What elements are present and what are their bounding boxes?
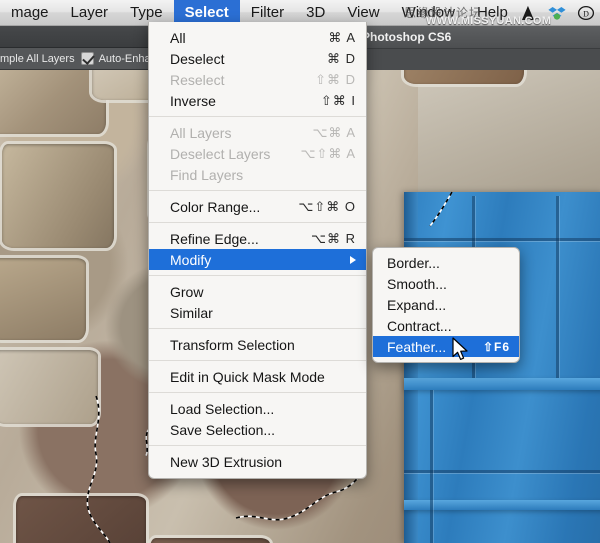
menu-item-label: Grow <box>170 284 356 300</box>
menu-item-label: New 3D Extrusion <box>170 454 356 470</box>
menu-item-modify[interactable]: Modify <box>149 249 366 270</box>
menu-item-label: Deselect Layers <box>170 146 287 162</box>
menu-item-label: Modify <box>170 252 342 268</box>
menu-separator <box>149 116 366 117</box>
menu-item-shortcut: ⌥⇧⌘ O <box>284 199 356 215</box>
menu-separator <box>149 222 366 223</box>
select-dropdown-menu[interactable]: All⌘ ADeselect⌘ DReselect⇧⌘ DInverse⇧⌘ I… <box>148 22 367 479</box>
menu-item-color-range[interactable]: Color Range...⌥⇧⌘ O <box>149 196 366 217</box>
menu-item-shortcut: ⌥⌘ R <box>297 231 356 247</box>
door-groove <box>430 390 433 543</box>
menu-item-label: Deselect <box>170 51 313 67</box>
menubar-item-window[interactable]: Window <box>391 0 466 26</box>
submenu-item-border[interactable]: Border... <box>373 252 519 273</box>
menu-item-label: All <box>170 30 314 46</box>
document-title-bar[interactable]: e Photoshop CS6 <box>356 26 600 48</box>
menu-item-label: Refine Edge... <box>170 231 297 247</box>
menu-item-save-selection[interactable]: Save Selection... <box>149 419 366 440</box>
menu-separator <box>149 360 366 361</box>
menu-item-edit-in-quick-mask-mode[interactable]: Edit in Quick Mask Mode <box>149 366 366 387</box>
menu-item-label: Inverse <box>170 93 307 109</box>
menu-item-label: Border... <box>387 255 510 271</box>
menu-item-label: Contract... <box>387 318 510 334</box>
submenu-item-smooth[interactable]: Smooth... <box>373 273 519 294</box>
submenu-item-contract[interactable]: Contract... <box>373 315 519 336</box>
stone-block <box>16 496 146 543</box>
menubar-item-layer[interactable]: Layer <box>60 0 120 26</box>
door-plank-seam <box>404 470 600 473</box>
modify-submenu[interactable]: Border... Smooth... Expand... Contract... Fe… <box>372 247 520 363</box>
stone-block <box>150 538 270 543</box>
menu-separator <box>149 445 366 446</box>
menu-item-all[interactable]: All⌘ A <box>149 27 366 48</box>
menu-item-shortcut: ⇧⌘ I <box>307 93 356 109</box>
menubar-item-image[interactable]: mage <box>0 0 60 26</box>
circled-d-icon[interactable]: D <box>577 4 595 22</box>
door-plank-seam <box>404 238 600 241</box>
menu-separator <box>149 328 366 329</box>
submenu-item-expand[interactable]: Expand... <box>373 294 519 315</box>
menu-item-all-layers: All Layers⌥⌘ A <box>149 122 366 143</box>
menu-item-label: Reselect <box>170 72 301 88</box>
auto-enhance-checkbox[interactable] <box>81 52 94 65</box>
menu-item-label: Save Selection... <box>170 422 356 438</box>
menu-bar-status-icons[interactable]: D <box>519 4 600 22</box>
menu-item-reselect: Reselect⇧⌘ D <box>149 69 366 90</box>
menu-item-refine-edge[interactable]: Refine Edge...⌥⌘ R <box>149 228 366 249</box>
submenu-item-feather[interactable]: Feather...⇧F6 <box>373 336 519 357</box>
menu-item-label: Smooth... <box>387 276 510 292</box>
title-bar-strip <box>356 48 600 70</box>
submenu-arrow-icon <box>350 256 356 264</box>
menu-item-label: Expand... <box>387 297 510 313</box>
menu-item-inverse[interactable]: Inverse⇧⌘ I <box>149 90 366 111</box>
menu-item-new-3d-extrusion[interactable]: New 3D Extrusion <box>149 451 366 472</box>
menu-item-grow[interactable]: Grow <box>149 281 366 302</box>
door-rail <box>404 378 600 390</box>
menu-item-shortcut: ⌘ D <box>313 51 356 67</box>
blue-door <box>404 192 600 543</box>
door-frame <box>404 192 418 543</box>
menu-item-label: Edit in Quick Mask Mode <box>170 369 356 385</box>
menu-item-label: Find Layers <box>170 167 356 183</box>
svg-text:D: D <box>583 9 589 18</box>
menu-separator <box>149 190 366 191</box>
menu-item-shortcut: ⇧F6 <box>469 340 510 354</box>
menu-separator <box>149 392 366 393</box>
sample-all-layers-label: mple All Layers <box>0 53 75 65</box>
app-title: e Photoshop CS6 <box>356 30 451 44</box>
menu-separator <box>149 275 366 276</box>
menu-item-shortcut: ⌥⇧⌘ A <box>287 146 356 162</box>
menu-item-label: Feather... <box>387 339 469 355</box>
menu-item-label: All Layers <box>170 125 298 141</box>
menu-item-similar[interactable]: Similar <box>149 302 366 323</box>
door-rail <box>404 500 600 510</box>
adobe-a-icon[interactable] <box>519 4 537 22</box>
options-bar-top <box>0 26 156 48</box>
menu-item-find-layers: Find Layers <box>149 164 366 185</box>
menu-item-label: Similar <box>170 305 356 321</box>
menu-item-deselect[interactable]: Deselect⌘ D <box>149 48 366 69</box>
menubar-item-help[interactable]: Help <box>466 0 519 26</box>
stone-block <box>0 350 98 424</box>
door-groove <box>556 196 559 378</box>
stone-block <box>2 144 114 248</box>
menu-item-shortcut: ⇧⌘ D <box>301 72 356 88</box>
menu-item-label: Load Selection... <box>170 401 356 417</box>
dropbox-icon[interactable] <box>548 4 566 22</box>
stone-block <box>0 258 86 340</box>
photoshop-screenshot: mple All Layers Auto-Enhance e Photoshop… <box>0 0 600 543</box>
menu-item-label: Color Range... <box>170 199 284 215</box>
menu-item-load-selection[interactable]: Load Selection... <box>149 398 366 419</box>
menu-item-shortcut: ⌘ A <box>314 30 356 46</box>
menu-item-transform-selection[interactable]: Transform Selection <box>149 334 366 355</box>
menu-item-shortcut: ⌥⌘ A <box>298 125 356 141</box>
options-bar-row[interactable]: mple All Layers Auto-Enhance <box>0 48 156 70</box>
menu-item-label: Transform Selection <box>170 337 356 353</box>
menu-item-deselect-layers: Deselect Layers⌥⇧⌘ A <box>149 143 366 164</box>
